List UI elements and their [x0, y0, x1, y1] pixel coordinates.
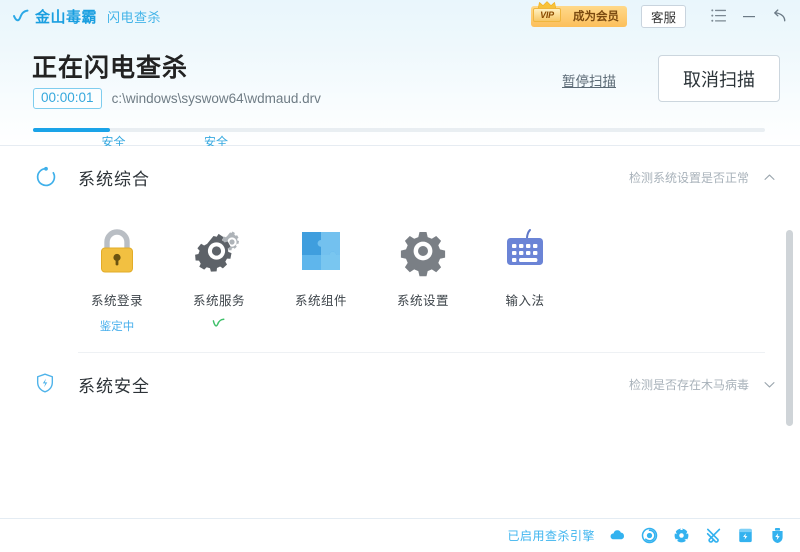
content-scrollbar[interactable]	[786, 230, 793, 426]
scan-results-content: 系统综合 检测系统设置是否正常 系统登录 鉴定中 系统服务 系统组件 系统设置 …	[0, 146, 800, 518]
cloud-icon[interactable]	[609, 527, 626, 544]
section-description: 检测是否存在木马病毒	[628, 377, 749, 392]
tile-system-components[interactable]: 系统组件	[270, 224, 372, 332]
minimize-icon[interactable]	[734, 1, 764, 31]
chevron-up-icon[interactable]	[763, 171, 776, 184]
tile-status	[212, 318, 226, 332]
loading-spinner-icon	[34, 165, 58, 189]
gear-icon	[396, 224, 450, 278]
puzzle-icon	[294, 224, 348, 278]
usb-shield-icon[interactable]	[769, 527, 786, 544]
brand-subtitle: 闪电查杀	[107, 9, 162, 25]
app-header: 金山毒霸 闪电查杀 VIP 成为会员 客服 正在闪电查杀 00:00:01 c:…	[0, 0, 800, 149]
brand: 金山毒霸 闪电查杀	[12, 6, 161, 27]
tile-system-services[interactable]: 系统服务	[168, 224, 270, 332]
page-title: 正在闪电查杀	[32, 54, 189, 82]
section-title: 系统综合	[78, 169, 150, 189]
chevron-down-icon[interactable]	[763, 378, 776, 391]
titlebar-actions: VIP 成为会员 客服	[530, 0, 794, 32]
tools-icon[interactable]	[705, 527, 722, 544]
scan-status-row: 00:00:01 c:\windows\syswow64\wdmaud.drv	[33, 88, 321, 109]
section-title: 系统安全	[78, 376, 150, 396]
tile-grid: 系统登录 鉴定中 系统服务 系统组件 系统设置 输入法	[0, 208, 800, 352]
customer-support-label: 客服	[650, 10, 676, 25]
gears-icon	[192, 224, 246, 278]
tile-system-login[interactable]: 系统登录 鉴定中	[66, 224, 168, 333]
brand-name: 金山毒霸	[35, 8, 98, 26]
progress-track	[33, 128, 765, 132]
hamburger-list-icon[interactable]	[704, 1, 734, 31]
scan-progress-bar: 安全 安全	[33, 128, 765, 149]
section-header[interactable]: 系统安全 检测是否存在木马病毒	[0, 353, 800, 415]
tile-label: 系统组件	[294, 294, 347, 308]
section-header[interactable]: 系统综合 检测系统设置是否正常	[0, 146, 800, 208]
progress-fill	[33, 128, 110, 132]
archive-box-icon[interactable]	[737, 527, 754, 544]
kingsoft-antivirus-window: 金山毒霸 闪电查杀 VIP 成为会员 客服 正在闪电查杀 00:00:01 c:…	[0, 0, 800, 552]
section-meta: 检测系统设置是否正常	[629, 169, 776, 186]
customer-support-button[interactable]: 客服	[640, 4, 686, 28]
vortex-icon[interactable]	[641, 527, 658, 544]
scan-current-path: c:\windows\syswow64\wdmaud.drv	[111, 90, 321, 106]
become-member-button[interactable]: VIP 成为会员	[530, 0, 627, 27]
section-description: 检测系统设置是否正常	[628, 170, 749, 185]
scan-timer: 00:00:01	[33, 88, 102, 109]
shield-bolt-icon	[34, 372, 58, 396]
become-member-label: 成为会员	[572, 11, 619, 23]
tile-label: 输入法	[505, 294, 545, 308]
tile-status: 鉴定中	[99, 321, 135, 333]
crown-icon: VIP	[532, 0, 561, 25]
cancel-scan-button[interactable]: 取消扫描	[658, 55, 780, 102]
tile-label: 系统设置	[396, 294, 449, 308]
tile-label: 系统服务	[192, 294, 245, 308]
engine-icon-list	[609, 527, 786, 544]
title-bar: 金山毒霸 闪电查杀 VIP 成为会员 客服	[0, 0, 800, 32]
section-system-overview: 系统综合 检测系统设置是否正常 系统登录 鉴定中 系统服务 系统组件 系统设置 …	[0, 146, 800, 352]
cancel-scan-label: 取消扫描	[683, 69, 755, 90]
section-meta: 检测是否存在木马病毒	[629, 376, 776, 393]
pause-scan-link[interactable]: 暂停扫描	[562, 70, 616, 90]
status-bar: 已启用查杀引擎	[0, 518, 800, 552]
tile-input-method[interactable]: 输入法	[474, 224, 576, 332]
engines-enabled-label: 已启用查杀引擎	[507, 529, 595, 543]
tile-label: 系统登录	[90, 294, 143, 308]
padlock-icon	[90, 224, 144, 278]
vip-badge-text: VIP	[532, 7, 561, 22]
restore-back-arrow-icon[interactable]	[764, 1, 794, 31]
tile-system-settings[interactable]: 系统设置	[372, 224, 474, 332]
globe-shield-icon[interactable]	[673, 527, 690, 544]
keyboard-icon	[498, 224, 552, 278]
check-swoosh-icon	[212, 318, 225, 327]
swoosh-check-icon	[12, 8, 29, 25]
section-system-security: 系统安全 检测是否存在木马病毒	[0, 353, 800, 415]
